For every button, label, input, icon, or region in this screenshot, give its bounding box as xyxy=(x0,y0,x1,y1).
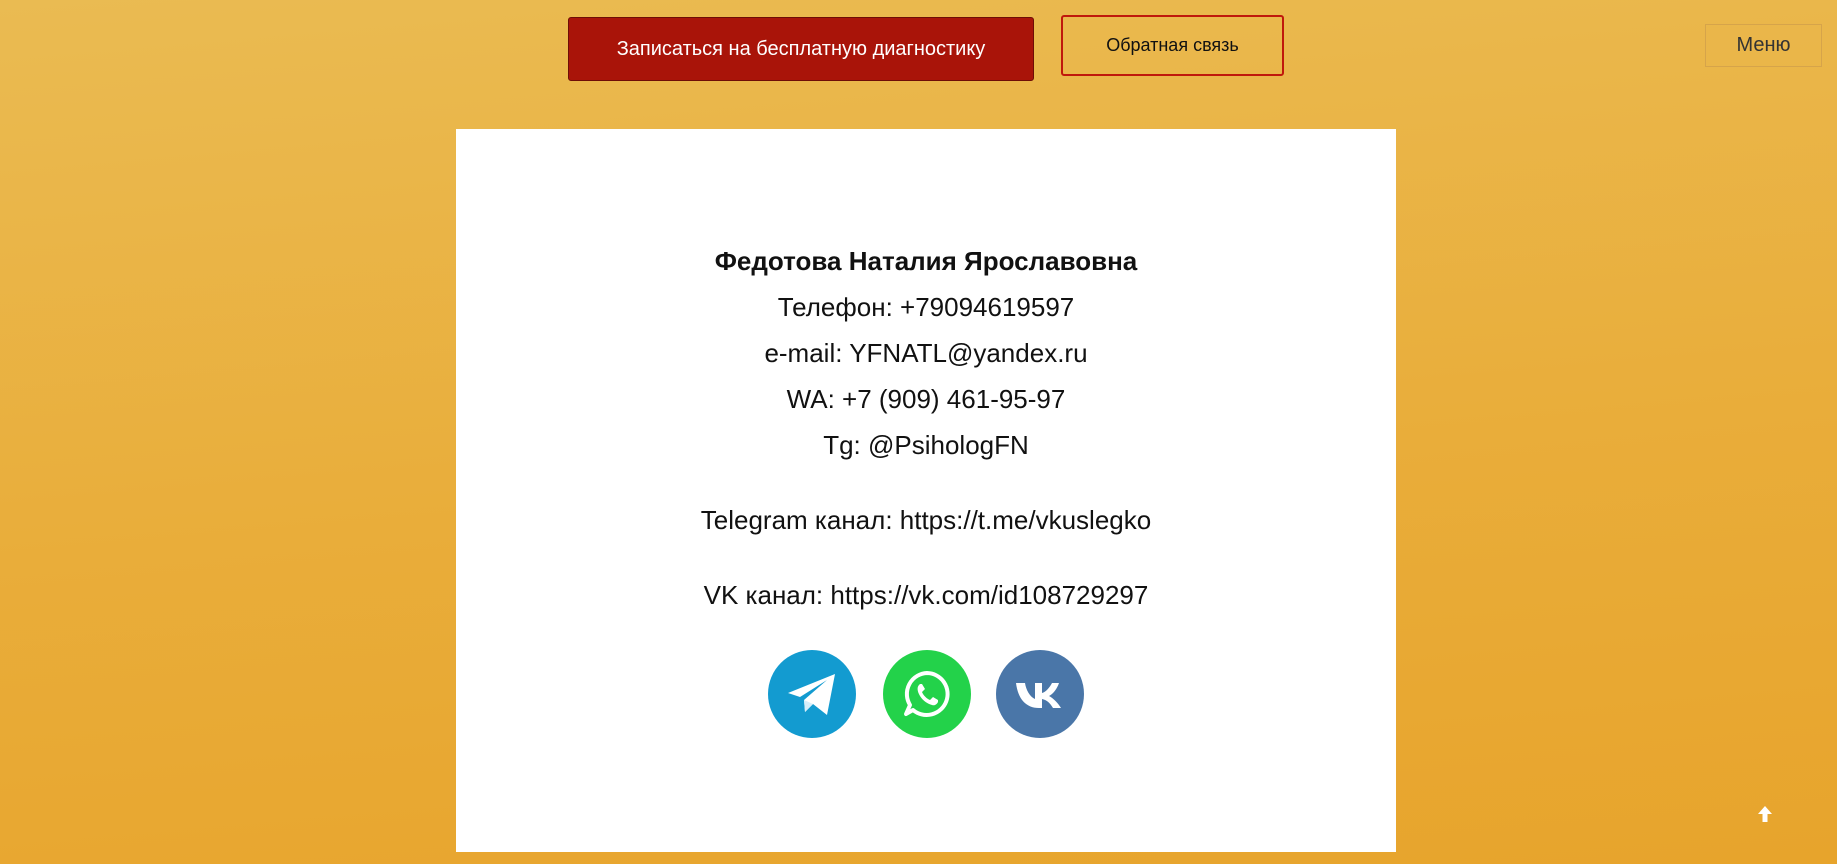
menu-button[interactable]: Меню xyxy=(1705,24,1822,67)
feedback-button[interactable]: Обратная связь xyxy=(1061,15,1284,76)
telegram-icon xyxy=(788,674,835,715)
scroll-to-top-button[interactable] xyxy=(1753,802,1777,826)
whatsapp-icon xyxy=(904,671,950,717)
contacts-card: Федотова Наталия Ярославовна Телефон: +7… xyxy=(456,129,1396,852)
telegram-text: Tg: @PsihologFN xyxy=(823,430,1029,460)
free-diagnostic-signup-button[interactable]: Записаться на бесплатную диагностику xyxy=(568,17,1034,81)
telegram-channel-text: Telegram канал: https://t.me/vkuslegko xyxy=(700,505,1152,535)
vk-link[interactable] xyxy=(996,650,1084,738)
telegram-link[interactable] xyxy=(768,650,856,738)
whatsapp-link[interactable] xyxy=(883,650,971,738)
contact-name: Федотова Наталия Ярославовна xyxy=(714,246,1138,276)
arrow-up-icon xyxy=(1758,806,1772,822)
whatsapp-text: WA: +7 (909) 461-95-97 xyxy=(786,384,1066,414)
email-text: e-mail: YFNATL@yandex.ru xyxy=(764,338,1088,368)
phone-text: Телефон: +79094619597 xyxy=(777,292,1075,322)
vk-channel-text: VK канал: https://vk.com/id108729297 xyxy=(703,580,1149,610)
vk-icon xyxy=(1016,683,1061,708)
